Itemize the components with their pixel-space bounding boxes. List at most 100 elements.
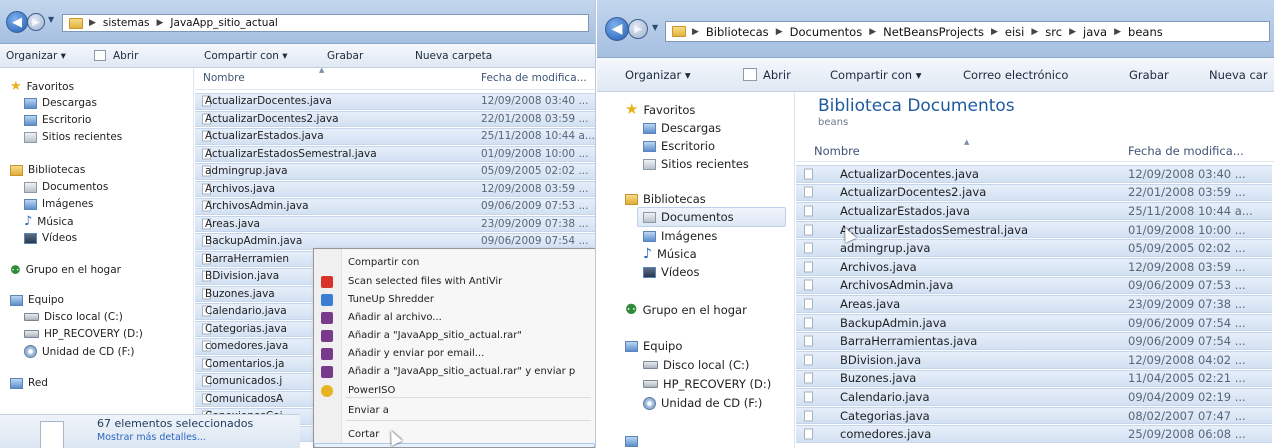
file-row[interactable]: admingrup.java 05/09/2005 02:02 ... [796,239,1272,257]
file-row[interactable]: ArchivosAdmin.java 09/06/2009 07:53 ... [195,198,595,215]
context-menu-item[interactable]: Añadir a "JavaApp_sitio_actual.rar" y en… [314,362,595,381]
organize-button[interactable]: Organizar ▾ [625,68,691,82]
nav-recovery-d[interactable]: HP_RECOVERY (D:) [643,377,794,391]
nav-disk-c[interactable]: Disco local (C:) [643,358,794,372]
column-name-header[interactable]: Nombre [203,72,245,84]
nav-libraries[interactable]: Bibliotecas [10,164,193,176]
nav-music[interactable]: ♪ Música [643,247,794,261]
breadcrumb-javaapp[interactable]: JavaApp_sitio_actual [170,17,277,29]
nav-downloads[interactable]: Descargas [24,97,193,109]
burn-button[interactable]: Grabar [1129,68,1169,82]
context-menu-item[interactable]: Añadir al archivo... [314,308,595,327]
nav-cd-f[interactable]: Unidad de CD (F:) [24,345,193,358]
nav-downloads[interactable]: Descargas [643,121,794,135]
nav-network[interactable] [625,436,794,447]
forward-button[interactable]: ▶ [628,19,648,39]
nav-recent-places[interactable]: Sitios recientes [643,157,794,171]
file-row[interactable]: ActualizarDocentes2.java 22/01/2008 03:59… [796,183,1272,202]
file-row[interactable]: BarraHerramientas.java 09/06/2009 07:54 .… [796,332,1272,350]
nav-desktop[interactable]: Escritorio [24,114,193,126]
nav-favorites[interactable]: ★ Favoritos [10,80,193,93]
back-button[interactable]: ◀ [6,11,28,33]
context-menu-item[interactable]: Compartir con [314,253,595,272]
nav-documents[interactable]: Documentos [637,207,786,227]
email-button[interactable]: Correo electrónico [963,68,1068,82]
breadcrumb-bibliotecas[interactable]: Bibliotecas [706,25,769,39]
breadcrumb-src[interactable]: src [1045,25,1062,39]
breadcrumb-sistemas[interactable]: sistemas [103,17,150,29]
nav-videos[interactable]: Vídeos [24,232,193,244]
file-date: 09/06/2009 07:54 ... [481,235,589,248]
breadcrumb-eisi[interactable]: eisi [1005,25,1024,39]
organize-button[interactable]: Organizar ▾ [6,50,66,62]
file-row[interactable]: Areas.java 23/09/2009 07:38 ... [796,295,1272,313]
breadcrumb-netbeansprojects[interactable]: NetBeansProjects [883,25,984,39]
file-row[interactable]: ActualizarDocentes.java 12/09/2008 03:40 … [796,165,1272,183]
column-date-header[interactable]: Fecha de modifica... [481,72,587,84]
nav-computer[interactable]: Equipo [625,339,794,353]
nav-cd-f[interactable]: Unidad de CD (F:) [643,396,794,410]
context-menu-item-label: Añadir a "JavaApp_sitio_actual.rar" y en… [348,366,576,377]
nav-images[interactable]: Imágenes [24,198,193,210]
file-row[interactable]: ActualizarEstados.java 25/11/2008 10:44 a… [195,128,595,145]
left-address-bar[interactable]: ▶ sistemas ▶ JavaApp_sitio_actual [62,14,589,32]
show-more-details-link[interactable]: Mostrar más detalles... [97,432,206,443]
file-row[interactable]: Areas.java 23/09/2009 07:38 ... [195,215,595,232]
share-with-button[interactable]: Compartir con ▾ [830,68,922,82]
context-menu-item-label: PowerISO [348,385,396,396]
recent-pages-chevron-icon[interactable]: ▼ [652,23,658,32]
nav-computer[interactable]: Equipo [10,294,193,306]
new-folder-button[interactable]: Nueva car [1209,68,1268,82]
context-menu-item[interactable]: Copiar [314,443,595,447]
file-row[interactable]: ActualizarEstados.java 25/11/2008 10:44 a… [796,202,1272,220]
file-row[interactable]: Categorias.java 08/02/2007 07:47 ... [796,406,1272,425]
column-date-header[interactable]: Fecha de modifica... [1128,144,1244,158]
burn-button[interactable]: Grabar [327,50,363,62]
forward-button[interactable]: ▶ [27,13,45,31]
breadcrumb-java[interactable]: java [1083,25,1107,39]
context-menu-item[interactable]: Scan selected files with AntiVir [314,272,595,291]
nav-music[interactable]: ♪ Música [24,215,193,228]
nav-network[interactable]: Red [10,377,193,389]
file-row[interactable]: BackupAdmin.java 09/06/2009 07:54 ... [796,313,1272,332]
nav-homegroup[interactable]: ⚉ Grupo en el hogar [10,264,193,276]
recent-pages-chevron-icon[interactable]: ▼ [48,15,54,24]
nav-recent-places[interactable]: Sitios recientes [24,131,193,143]
nav-recovery-d[interactable]: HP_RECOVERY (D:) [24,328,193,340]
open-button[interactable]: Abrir [763,68,791,82]
back-button[interactable]: ◀ [605,17,629,41]
context-menu-item[interactable]: Añadir y enviar por email... [314,344,595,363]
nav-favorites[interactable]: ★ Favoritos [625,102,794,117]
column-name-header[interactable]: Nombre [814,144,860,158]
nav-documents[interactable]: Documentos [24,181,193,193]
nav-videos[interactable]: Vídeos [643,265,794,279]
new-folder-button[interactable]: Nueva carpeta [415,50,492,62]
file-row[interactable]: ActualizarEstadosSemestral.java 01/09/200… [195,145,595,162]
context-menu-item[interactable]: Enviar a [314,401,595,420]
file-row[interactable]: comedores.java 25/09/2008 06:08 ... [796,425,1272,443]
file-row[interactable]: BDivision.java 12/09/2008 04:02 ... [796,351,1272,369]
file-row[interactable]: ArchivosAdmin.java 09/06/2009 07:53 ... [796,276,1272,295]
file-row[interactable]: Calendario.java 09/04/2009 02:19 ... [796,388,1272,406]
file-row[interactable]: ActualizarEstadosSemestral.java 01/09/200… [796,220,1272,239]
context-menu-item[interactable]: Cortar [314,425,595,444]
open-button[interactable]: Abrir [113,50,138,62]
file-row[interactable]: Archivos.java 12/09/2008 03:59 ... [195,180,595,197]
file-row[interactable]: admingrup.java 05/09/2005 02:02 ... [195,163,595,180]
file-row[interactable]: ActualizarDocentes.java 12/09/2008 03:40 … [195,93,595,110]
share-with-button[interactable]: Compartir con ▾ [204,50,288,62]
file-row[interactable]: ActualizarDocentes2.java 22/01/2008 03:59… [195,110,595,127]
nav-desktop[interactable]: Escritorio [643,139,794,153]
nav-images[interactable]: Imágenes [643,229,794,243]
file-name: Categorias.java [840,408,930,423]
context-menu-item[interactable]: TuneUp Shredder [314,290,595,309]
breadcrumb-beans[interactable]: beans [1128,25,1163,39]
nav-libraries[interactable]: Bibliotecas [625,192,794,206]
nav-disk-c[interactable]: Disco local (C:) [24,311,193,323]
right-address-bar[interactable]: ▶ Bibliotecas ▶ Documentos ▶ NetBeansPro… [665,21,1270,42]
context-menu-item[interactable]: Añadir a "JavaApp_sitio_actual.rar" [314,326,595,345]
file-row[interactable]: Buzones.java 11/04/2005 02:21 ... [796,369,1272,388]
file-row[interactable]: Archivos.java 12/09/2008 03:59 ... [796,258,1272,276]
nav-homegroup[interactable]: ⚉ Grupo en el hogar [625,303,794,317]
breadcrumb-documentos[interactable]: Documentos [790,25,863,39]
